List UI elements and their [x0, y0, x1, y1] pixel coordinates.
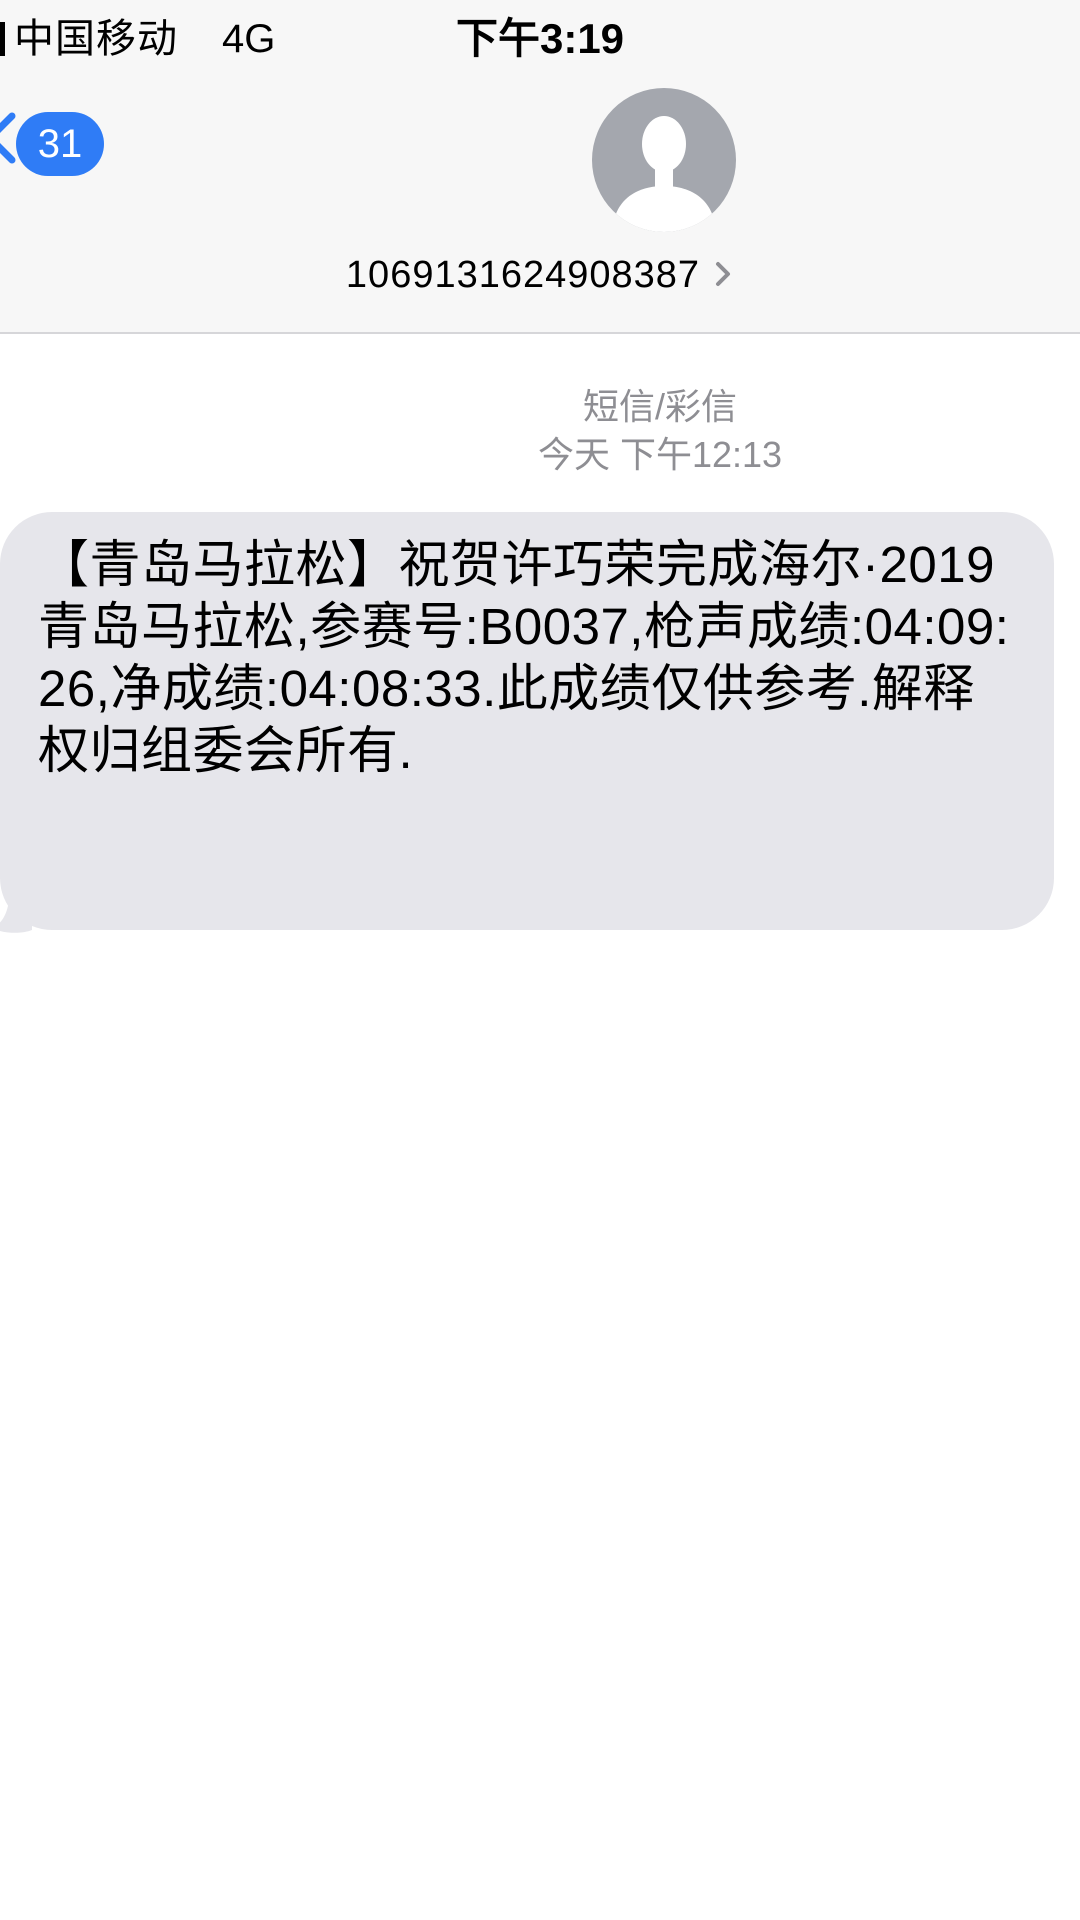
status-bar: 中国移动 4G 下午3:19	[0, 0, 1080, 80]
unread-count-badge: 31	[16, 112, 104, 176]
person-silhouette-icon	[612, 116, 716, 232]
status-time: 下午3:19	[455, 15, 625, 62]
message-timestamp: 今天 下午12:13	[537, 434, 783, 475]
contact-avatar[interactable]	[592, 88, 736, 232]
contact-number-button[interactable]: 1069131624908387	[0, 248, 1080, 302]
message-type-label: 短信/彩信	[582, 386, 737, 427]
chevron-right-icon	[716, 262, 731, 286]
message-list: 【青岛马拉松】祝贺许巧荣完成海尔·2019青岛马拉松,参赛号:B0037,枪声成…	[0, 512, 1054, 933]
back-button[interactable]: 31	[0, 100, 120, 180]
received-message-bubble[interactable]: 【青岛马拉松】祝贺许巧荣完成海尔·2019青岛马拉松,参赛号:B0037,枪声成…	[0, 512, 1054, 930]
conversation-header: 中国移动 4G 下午3:19 31 1069131624908387	[0, 0, 1080, 334]
contact-number: 1069131624908387	[345, 254, 701, 296]
